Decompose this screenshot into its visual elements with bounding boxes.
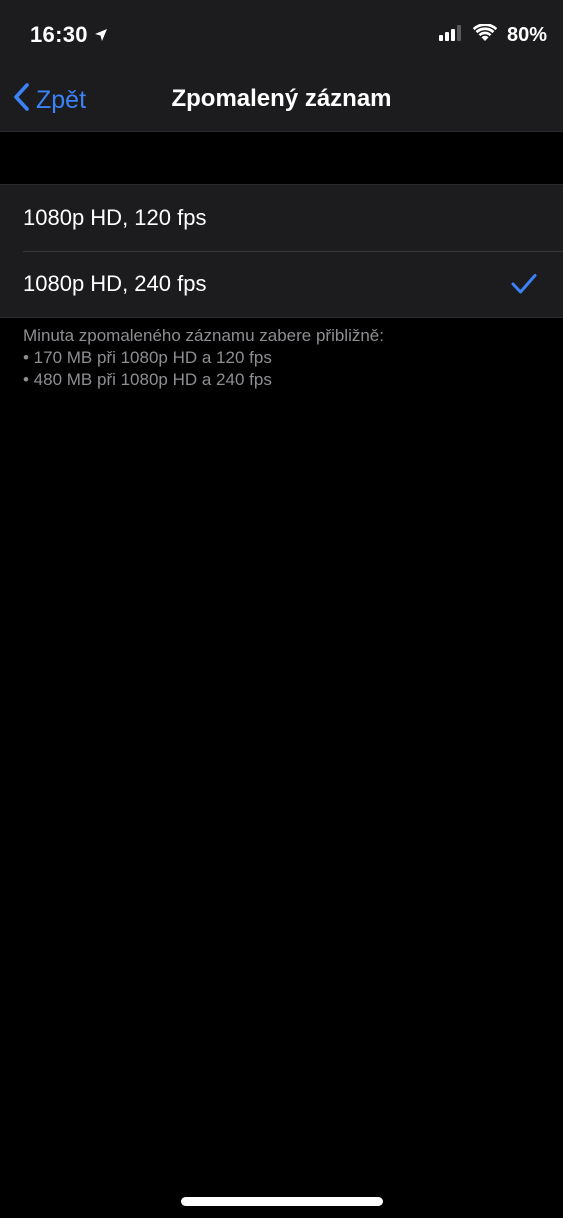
option-1080p-120fps[interactable]: 1080p HD, 120 fps [0,185,563,251]
storage-info-note: Minuta zpomaleného záznamu zabere přibli… [23,325,543,391]
storage-info-240fps: • 480 MB při 1080p HD a 240 fps [23,370,272,389]
time-label: 16:30 [30,22,88,47]
status-bar: 16:30 80% [0,0,563,68]
battery-percentage: 80% [506,23,547,46]
screen: 16:30 80% Zpět Zpomalený záznam 1080p HD… [0,0,563,1218]
status-indicators: 80% [438,22,547,48]
status-time: 16:30 [30,22,108,48]
resolution-options-list: 1080p HD, 120 fps 1080p HD, 240 fps [0,184,563,318]
option-label: 1080p HD, 120 fps [23,205,207,230]
wifi-icon [472,22,498,47]
location-arrow-icon [94,22,108,48]
navigation-bar: Zpět Zpomalený záznam [0,68,563,132]
signal-icon [438,24,463,46]
page-title: Zpomalený záznam [171,85,392,112]
home-indicator[interactable] [181,1197,383,1206]
checkmark-icon [511,273,537,295]
option-1080p-240fps[interactable]: 1080p HD, 240 fps [0,251,563,317]
storage-info-heading: Minuta zpomaleného záznamu zabere přibli… [23,326,384,345]
option-label: 1080p HD, 240 fps [23,271,207,296]
storage-info-120fps: • 170 MB při 1080p HD a 120 fps [23,348,272,367]
